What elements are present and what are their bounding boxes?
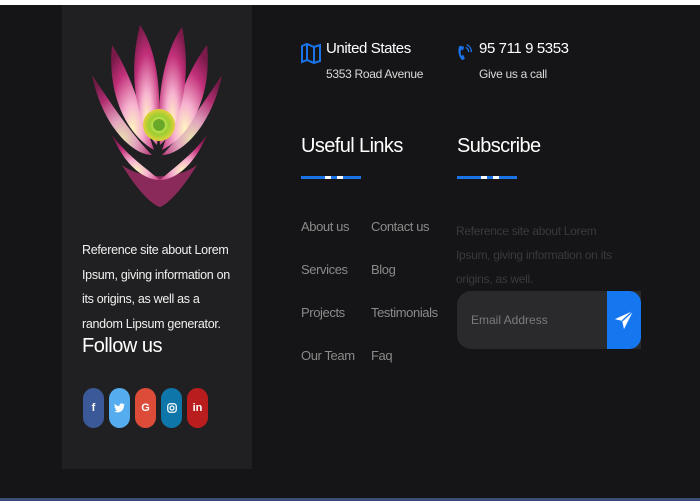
facebook-icon[interactable]: f <box>83 388 104 428</box>
phone-caption: Give us a call <box>479 67 547 81</box>
link-projects[interactable]: Projects <box>301 305 355 348</box>
location-address: 5353 Road Avenue <box>326 67 424 81</box>
email-input[interactable] <box>457 291 607 349</box>
send-icon <box>614 310 634 330</box>
link-faq[interactable]: Faq <box>371 348 438 391</box>
instagram-glyph <box>166 403 177 413</box>
social-links: f G in <box>83 388 208 428</box>
link-contact-us[interactable]: Contact us <box>371 219 438 262</box>
location-title: United States <box>326 40 411 57</box>
link-services[interactable]: Services <box>301 262 355 305</box>
about-text: Reference site about Lorem Ipsum, giving… <box>82 243 230 331</box>
google-icon[interactable]: G <box>135 388 156 428</box>
useful-links-col1: About us Services Projects Our Team <box>301 219 355 391</box>
phone-icon <box>458 44 473 61</box>
useful-links-underline <box>301 176 361 179</box>
contact-location: United States 5353 Road Avenue <box>300 40 423 82</box>
instagram-icon[interactable] <box>161 388 182 428</box>
follow-us-title: Follow us <box>82 335 162 357</box>
link-testimonials[interactable]: Testimonials <box>371 305 438 348</box>
phone-number[interactable]: 95 711 9 5353 <box>479 40 569 58</box>
subscribe-text: Reference site about Lorem Ipsum, giving… <box>456 224 612 286</box>
link-our-team[interactable]: Our Team <box>301 348 355 391</box>
map-icon <box>301 42 321 65</box>
useful-links-title: Useful Links <box>301 135 403 157</box>
contact-phone: 95 711 9 5353 Give us a call <box>455 40 569 82</box>
link-about-us[interactable]: About us <box>301 219 355 262</box>
subscribe-title: Subscribe <box>457 135 541 157</box>
useful-links-col2: Contact us Blog Testimonials Faq <box>371 219 438 391</box>
lotus-flower-image <box>92 25 222 207</box>
subscribe-send-button[interactable] <box>607 291 641 349</box>
twitter-icon[interactable] <box>109 388 130 428</box>
twitter-bird-glyph <box>114 403 125 413</box>
subscribe-underline <box>457 176 517 179</box>
linkedin-icon[interactable]: in <box>187 388 208 428</box>
brand-panel: Reference site about Lorem Ipsum, giving… <box>62 5 252 469</box>
link-blog[interactable]: Blog <box>371 262 438 305</box>
